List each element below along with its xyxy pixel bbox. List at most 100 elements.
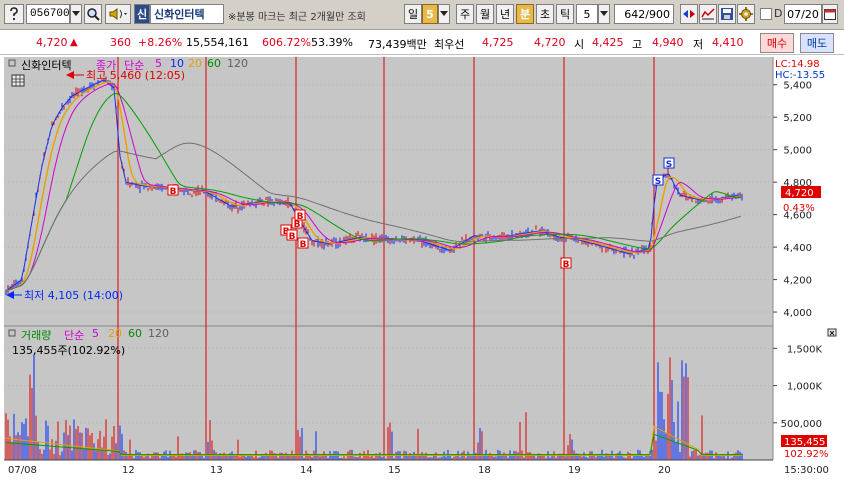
- daily-checkbox-label: D: [774, 7, 783, 20]
- volume-legend-name: 거래량: [21, 329, 52, 342]
- ask-price: 4,725: [482, 36, 514, 49]
- current-price: 4,720: [36, 36, 68, 49]
- settings-gear-icon[interactable]: [737, 4, 755, 24]
- price-legend-ma60[interactable]: 60: [207, 57, 221, 70]
- high-price: 4,940: [652, 36, 684, 49]
- stock-code-input[interactable]: 056700: [26, 4, 70, 24]
- date-tick-label: 13: [210, 465, 223, 476]
- buy-signal-marker[interactable]: B: [167, 184, 179, 197]
- price-legend-ma5[interactable]: 5: [155, 57, 162, 70]
- open-label: 시: [574, 38, 585, 51]
- date-tick-label: 15: [388, 465, 401, 476]
- sell-signal-label: S: [655, 177, 661, 187]
- sell-button[interactable]: 매도: [800, 33, 834, 53]
- stock-name-field[interactable]: 신화인터텍: [150, 4, 224, 24]
- save-icon[interactable]: [718, 4, 736, 24]
- volume-legend-ma20[interactable]: 20: [108, 327, 122, 340]
- price-tick-label: 5,000: [783, 146, 812, 157]
- hc-label: HC:-13.55: [775, 70, 825, 81]
- search-icon[interactable]: [84, 4, 102, 24]
- buy-signal-label: B: [300, 240, 307, 250]
- toolbar: 056700 신 신화인터텍 ※분봉 마크는 최근 2개월만 조회 일 5 주 …: [0, 0, 844, 30]
- chart-canvas[interactable]: BB BBBBBSS 5,4005,2005,0004,8004,6004,400…: [0, 55, 844, 481]
- date-input[interactable]: 07/20: [784, 4, 822, 24]
- buy-signal-marker[interactable]: B: [560, 257, 572, 270]
- period-weekly-button[interactable]: 주: [456, 4, 474, 24]
- volume-current-label: 135,455주(102.92%): [12, 344, 126, 357]
- low-price: 4,410: [712, 36, 744, 49]
- date-tick-label: 20: [658, 465, 671, 476]
- market-badge: 신: [134, 4, 150, 24]
- change-rate: +8.26%: [138, 36, 183, 49]
- zoom-icon[interactable]: [680, 4, 698, 24]
- date-tick-label: 19: [568, 465, 581, 476]
- count-field[interactable]: 642/900: [614, 4, 674, 24]
- sell-signal-label: S: [666, 160, 672, 170]
- period-second-button[interactable]: 초: [536, 4, 554, 24]
- minute-mark-notice: ※분봉 마크는 최근 2개월만 조회: [228, 12, 366, 23]
- period-yearly-button[interactable]: 년: [496, 4, 514, 24]
- up-arrow-icon: ▲: [70, 37, 78, 48]
- volume-tick-label: 1,000K: [787, 382, 823, 393]
- code-dropdown-icon[interactable]: [70, 4, 82, 24]
- current-volume-rate-tag: 102.92%: [784, 449, 829, 460]
- date-tick-label: 07/08: [8, 465, 37, 476]
- daily-checkbox[interactable]: [760, 8, 772, 20]
- date-tick-label: 18: [478, 465, 491, 476]
- volume-legend-ma60[interactable]: 60: [128, 327, 142, 340]
- best-bid-label: 최우선: [434, 38, 465, 51]
- buy-signal-label: B: [289, 232, 296, 242]
- price-tick-label: 4,200: [783, 276, 812, 287]
- buy-signal-marker[interactable]: B: [297, 237, 309, 250]
- volume-rate: 606.72%: [262, 36, 311, 49]
- current-volume-tag: 135,455: [784, 437, 825, 448]
- sell-signal-marker[interactable]: S: [663, 157, 675, 170]
- calendar-icon[interactable]: [822, 4, 838, 24]
- price-legend-ma120[interactable]: 120: [227, 57, 248, 70]
- stock-chart[interactable]: BBBBBBBSS 5,400 5,200 5,000 4,800 4,600 4,400…: [0, 55, 844, 481]
- lc-label: LC:14.98: [775, 59, 820, 70]
- turnover-rate: 53.39%: [311, 36, 353, 49]
- price-legend-series: 종가: [96, 59, 117, 72]
- buy-button[interactable]: 매수: [760, 33, 794, 53]
- period-minute-button[interactable]: 분: [516, 4, 534, 24]
- trade-volume: 15,554,161: [186, 36, 249, 49]
- period-monthly-button[interactable]: 월: [476, 4, 494, 24]
- low-label: 저: [693, 38, 704, 51]
- volume-legend-ma5[interactable]: 5: [92, 327, 99, 340]
- date-tick-label: 12: [122, 465, 135, 476]
- buy-signal-label: B: [563, 260, 570, 270]
- date-tick-label: 14: [300, 465, 313, 476]
- buy-signal-marker[interactable]: B: [286, 229, 298, 242]
- period-daily-button[interactable]: 일: [404, 4, 422, 24]
- low-marker-label: 최저 4,105 (14:00): [24, 289, 123, 302]
- bid-price: 4,720: [534, 36, 566, 49]
- interval-dropdown-icon[interactable]: [598, 4, 610, 24]
- grid-settings-icon[interactable]: [11, 74, 25, 87]
- buy-signal-label: B: [297, 212, 304, 222]
- price-legend-ma-type: 단순: [124, 59, 145, 72]
- price-tick-label: 4,400: [783, 243, 812, 254]
- price-panel-bg: [4, 57, 773, 326]
- indicator-icon[interactable]: [699, 4, 717, 24]
- buy-signal-label: B: [170, 187, 177, 197]
- help-icon[interactable]: [4, 4, 24, 24]
- volume-tick-label: 1,500K: [787, 344, 823, 355]
- period-tick-button[interactable]: 틱: [556, 4, 574, 24]
- price-tick-label: 5,400: [783, 81, 812, 92]
- interval-input[interactable]: 5: [576, 4, 598, 24]
- current-rate-tag: 0.43%: [783, 203, 815, 214]
- trade-amount: 73,439백만: [368, 38, 427, 51]
- volume-legend-ma120[interactable]: 120: [148, 327, 169, 340]
- period-dropdown-icon[interactable]: [438, 4, 450, 24]
- buy-signal-marker[interactable]: B: [294, 209, 306, 222]
- price-legend-ma20[interactable]: 20: [188, 57, 202, 70]
- speaker-icon[interactable]: [105, 4, 131, 24]
- high-label: 고: [632, 38, 643, 51]
- sell-signal-marker[interactable]: S: [652, 174, 664, 187]
- price-tick-label: 4,000: [783, 308, 812, 319]
- price-legend-ma10[interactable]: 10: [170, 57, 184, 70]
- price-tick-label: 5,200: [783, 113, 812, 124]
- period-5-button[interactable]: 5: [422, 4, 438, 24]
- open-price: 4,425: [592, 36, 624, 49]
